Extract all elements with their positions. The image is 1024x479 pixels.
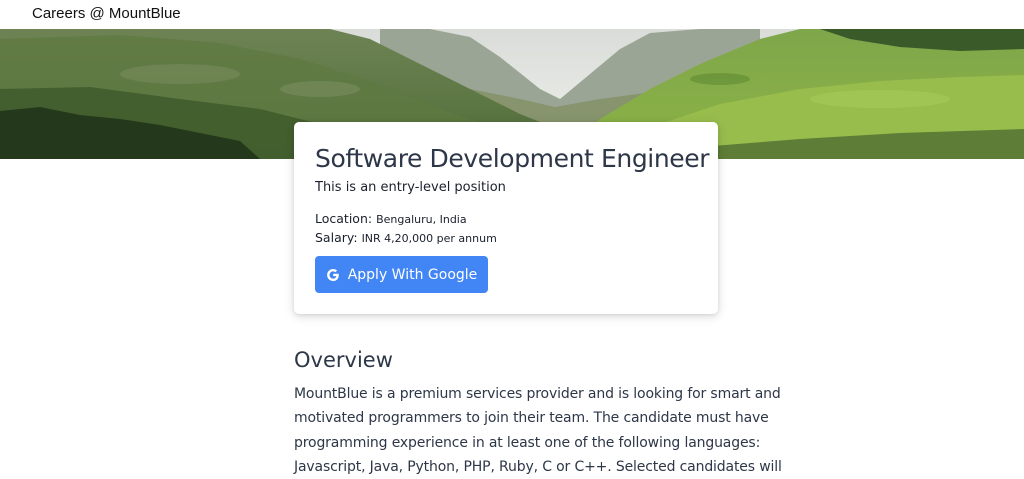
overview-line: motivated programmers to join their team… <box>294 410 769 427</box>
overview-paragraph: MountBlue is a premium services provider… <box>294 382 782 479</box>
overview-line: programming experience in at least one o… <box>294 434 761 451</box>
job-level: This is an entry-level position <box>315 180 506 195</box>
overview-line: MountBlue is a premium services provider… <box>294 386 781 402</box>
job-title: Software Development Engineer <box>315 144 710 173</box>
top-navbar: Careers @ MountBlue <box>0 0 1024 29</box>
job-card: Software Development Engineer This is an… <box>294 122 718 314</box>
job-salary: Salary: INR 4,20,000 per annum <box>315 230 497 245</box>
salary-value: INR 4,20,000 per annum <box>361 232 497 245</box>
location-label: Location: <box>315 211 373 226</box>
google-icon <box>326 268 340 282</box>
brand-link[interactable]: Careers @ MountBlue <box>32 5 181 22</box>
apply-button-label: Apply With Google <box>347 266 478 283</box>
job-location: Location: Bengaluru, India <box>315 211 467 226</box>
salary-label: Salary: <box>315 230 358 245</box>
location-value: Bengaluru, India <box>376 213 467 226</box>
apply-with-google-button[interactable]: Apply With Google <box>315 256 488 293</box>
overview-heading: Overview <box>294 348 393 372</box>
